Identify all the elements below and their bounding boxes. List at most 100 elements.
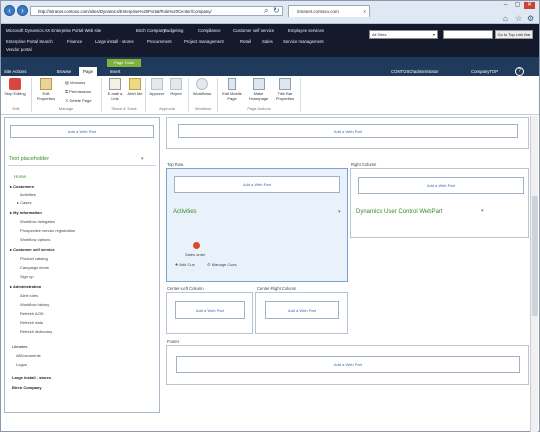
alert-me-button[interactable]: Alert Me	[126, 78, 144, 97]
nav-refresh-data[interactable]: Refresh data	[20, 320, 43, 325]
tab-page[interactable]: Page	[79, 67, 97, 76]
site-title[interactable]: Microsoft Dynamics AX Enterprise Portal …	[6, 28, 101, 33]
nav-refresh-aod[interactable]: Refresh AOD	[20, 311, 44, 316]
close-tab-icon[interactable]: ×	[363, 6, 366, 17]
nav-procurement[interactable]: Procurement	[147, 39, 172, 44]
stop-editing-button[interactable]: Stop Editing	[3, 78, 27, 97]
add-web-part-footer[interactable]: Add a Web Part	[176, 356, 520, 373]
tab-insert[interactable]: Insert	[105, 67, 125, 76]
nav-customer-self-service-label: Customer self service	[13, 247, 55, 252]
browser-tab[interactable]: intranet.contoso.com ×	[288, 5, 370, 17]
nav-project-management[interactable]: Project management	[184, 39, 224, 44]
group-manage: Manage	[58, 106, 74, 111]
refresh-icon[interactable]: ↻	[273, 6, 280, 15]
nav-alert-rules[interactable]: Alert rules	[20, 293, 38, 298]
search-scope-value: All Sites	[372, 32, 387, 37]
nav-product-catalog[interactable]: Product catalog	[20, 256, 48, 261]
sales-order-cue[interactable]: Sales order	[185, 252, 205, 257]
email-link-label: E-mail a Link	[107, 91, 123, 101]
approve-icon	[151, 78, 163, 90]
nav-birch[interactable]: Birch Company	[136, 28, 165, 33]
versions-button[interactable]: ▤ Versions	[65, 80, 85, 85]
scrollbar-thumb[interactable]	[532, 196, 538, 316]
workflows-button[interactable]: Workflows	[190, 78, 214, 97]
chevron-down-icon[interactable]: ▾	[481, 208, 484, 214]
chevron-down-icon[interactable]: ▾	[141, 156, 144, 162]
address-bar[interactable]: http://intranet.contoso.com/sites/Dynami…	[30, 6, 283, 16]
nav-budgeting[interactable]: Budgeting	[164, 28, 183, 33]
gear-icon[interactable]: ⚙	[527, 14, 534, 23]
nav-customer-self-service[interactable]: ▸ Customer self service	[10, 247, 55, 252]
favorites-icon[interactable]: ☆	[515, 14, 522, 23]
nav-large-install[interactable]: Large install - stores	[95, 39, 134, 44]
add-web-part-left[interactable]: Add a Web Part	[10, 125, 154, 138]
site-actions-menu[interactable]: Site Actions	[4, 67, 42, 76]
add-web-part-center-right[interactable]: Add a Web Part	[265, 301, 339, 319]
nav-home[interactable]: Home	[14, 174, 26, 179]
nav-large-install[interactable]: Large install - stores	[12, 375, 51, 380]
add-cue-button[interactable]: ✚ Add Cue	[175, 262, 195, 267]
permissions-button[interactable]: ⚿ Permissions	[65, 89, 91, 94]
nav-customers[interactable]: ▸ Customers	[10, 184, 34, 189]
nav-birch-company[interactable]: Birch Company	[12, 385, 42, 390]
nav-workflow-history[interactable]: Workflow history	[20, 302, 49, 307]
help-icon[interactable]: ?	[515, 67, 524, 76]
add-web-part-right[interactable]: Add a Web Part	[358, 177, 524, 194]
search-icon[interactable]: ⌕	[264, 6, 271, 15]
nav-vendor-portal[interactable]: Vendor portal	[6, 47, 32, 52]
title-bar-properties-button[interactable]: Title Bar Properties	[272, 78, 298, 101]
nav-ep-search[interactable]: Enterprise Portal Search	[6, 39, 53, 44]
delete-page-button[interactable]: ✕ Delete Page	[65, 98, 91, 103]
search-icon[interactable]: ⌕	[486, 30, 494, 39]
nav-my-information[interactable]: ▸ My information	[10, 210, 42, 215]
search-scope-select[interactable]: All Sites ▾	[369, 30, 438, 39]
nav-all-documents[interactable]: AllDocuments	[16, 353, 41, 358]
nav-sign-up[interactable]: Sign up	[20, 274, 34, 279]
edit-mobile-page-button[interactable]: Edit Mobile Page	[219, 78, 245, 101]
forward-icon[interactable]: ›	[17, 5, 28, 16]
email-link-button[interactable]: E-mail a Link	[104, 78, 126, 101]
nav-workflow-delegates[interactable]: Workflow delegates	[20, 219, 55, 224]
approve-label: Approve	[149, 91, 165, 96]
approve-button[interactable]: Approve	[147, 78, 167, 97]
nav-prospective-vendor[interactable]: Prospective vendor registration	[20, 228, 75, 233]
user-menu[interactable]: CONTOSO\administrator	[391, 67, 466, 76]
nav-libraries[interactable]: Libraries	[12, 344, 27, 349]
edit-properties-button[interactable]: Edit Properties	[33, 78, 59, 101]
reject-button[interactable]: Reject	[167, 78, 185, 97]
nav-administration[interactable]: ▸ Administration	[10, 284, 41, 289]
nav-activities[interactable]: Activities	[20, 192, 36, 197]
add-web-part-top-row[interactable]: Add a Web Part	[174, 176, 340, 193]
nav-retail[interactable]: Retail	[240, 39, 251, 44]
tab-browse[interactable]: Browse	[51, 67, 77, 76]
add-web-part-top[interactable]: Add a Web Part	[178, 124, 518, 138]
nav-compliance[interactable]: Compliance	[198, 28, 221, 33]
go-to-top-link-bar[interactable]: Go to Top Link Bar	[495, 30, 533, 39]
nav-my-information-label: My information	[13, 210, 42, 215]
nav-service-management[interactable]: Service management	[283, 39, 324, 44]
add-web-part-center-left[interactable]: Add a Web Part	[175, 301, 245, 319]
nav-employee-services[interactable]: Employee services	[288, 28, 324, 33]
company-menu[interactable]: CompanyTOP	[471, 67, 511, 76]
nav-refresh-dictionary[interactable]: Refresh dictionary	[20, 329, 52, 334]
minimize-button[interactable]: –	[500, 2, 511, 9]
edit-mobile-page-label: Edit Mobile Page	[222, 91, 242, 101]
back-icon[interactable]: ‹	[4, 5, 15, 16]
home-icon[interactable]: ⌂	[503, 14, 510, 23]
make-homepage-button[interactable]: Make Homepage	[246, 78, 271, 101]
workflows-icon	[196, 78, 208, 90]
chevron-down-icon[interactable]: ▾	[338, 209, 341, 215]
maximize-button[interactable]: ▢	[512, 2, 523, 9]
manage-cues-button[interactable]: ⚙ Manage Cues	[207, 262, 237, 267]
nav-cases[interactable]: ▸ Cases	[17, 200, 31, 205]
nav-logos[interactable]: Logos	[16, 362, 27, 367]
close-button[interactable]: ✕	[524, 2, 535, 9]
nav-customer-self-service[interactable]: Customer self service	[233, 28, 274, 33]
nav-campaign-items[interactable]: Campaign items	[20, 265, 49, 270]
dynamics-webpart-title: Dynamics User Control WebPart	[356, 209, 443, 215]
nav-finance[interactable]: Finance	[67, 39, 82, 44]
nav-sales[interactable]: Sales	[262, 39, 273, 44]
nav-workflow-options[interactable]: Workflow options	[20, 237, 50, 242]
sales-order-icon[interactable]	[193, 242, 200, 249]
vertical-scrollbar[interactable]	[530, 116, 538, 432]
